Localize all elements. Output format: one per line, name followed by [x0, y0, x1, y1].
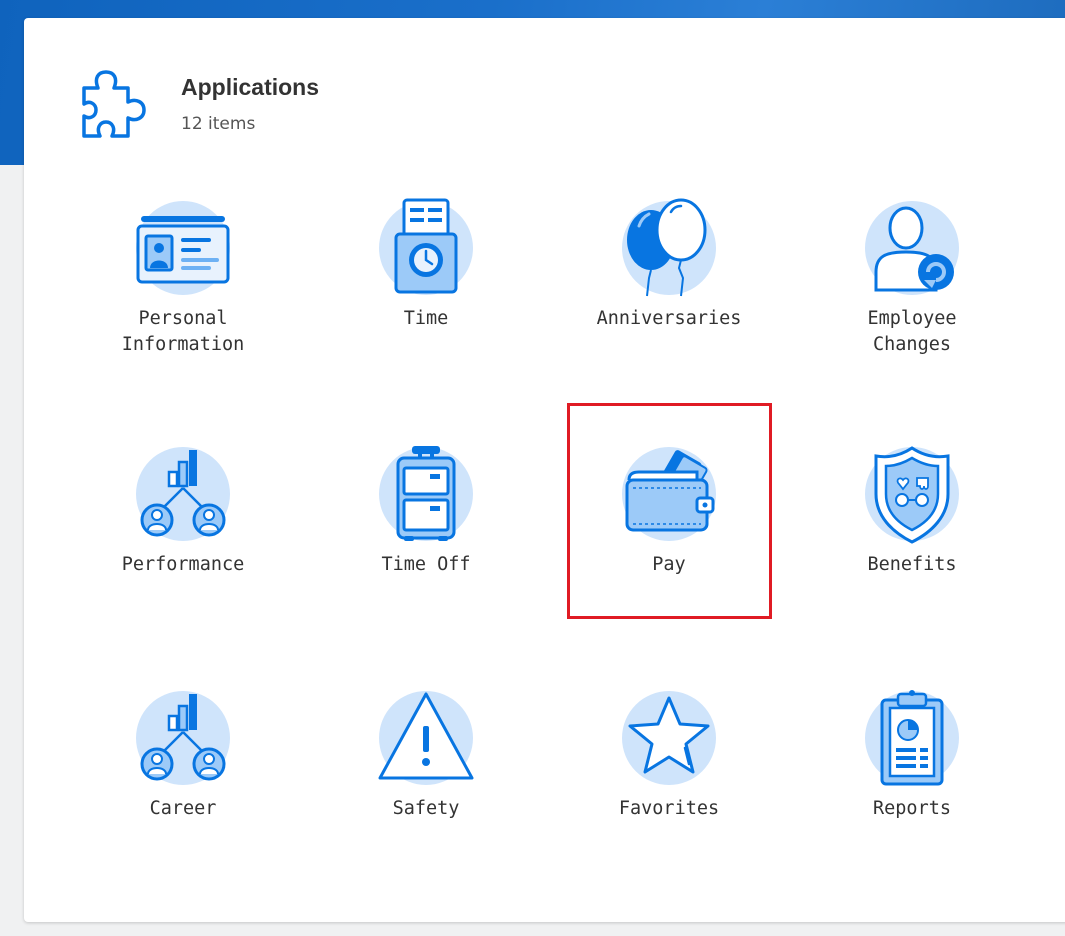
- app-tile-reports[interactable]: Reports: [807, 666, 1017, 896]
- employee-change-icon: [862, 198, 962, 298]
- app-label: Time Off: [381, 554, 471, 575]
- time-clock-icon: [376, 198, 476, 298]
- applications-card: Applications 12 items Personal Informati…: [24, 18, 1065, 922]
- app-tile-performance[interactable]: Performance: [78, 422, 288, 652]
- app-tile-career[interactable]: Career: [78, 666, 288, 896]
- balloons-icon: [619, 198, 719, 298]
- app-label: Employee Changes: [867, 308, 957, 355]
- app-label: Benefits: [867, 554, 957, 575]
- app-label: Performance: [121, 554, 245, 575]
- app-label: Time: [403, 308, 449, 329]
- warning-triangle-icon: [376, 688, 476, 788]
- app-label: Safety: [392, 798, 460, 819]
- app-tile-personal-information[interactable]: Personal Information: [78, 176, 288, 406]
- id-card-icon: [133, 198, 233, 298]
- performance-chart-icon: [133, 444, 233, 544]
- puzzle-piece-icon: [76, 66, 146, 142]
- career-chart-icon: [133, 688, 233, 788]
- selection-highlight: [567, 403, 772, 619]
- app-label: Career: [149, 798, 217, 819]
- app-tile-safety[interactable]: Safety: [321, 666, 531, 896]
- app-label: Anniversaries: [596, 308, 742, 329]
- app-label: Favorites: [618, 798, 720, 819]
- clipboard-report-icon: [862, 688, 962, 788]
- app-label: Personal Information: [121, 308, 245, 355]
- app-tile-time-off[interactable]: Time Off: [321, 422, 531, 652]
- item-count: 12 items: [181, 114, 256, 134]
- app-tile-benefits[interactable]: Benefits: [807, 422, 1017, 652]
- app-tile-employee-changes[interactable]: Employee Changes: [807, 176, 1017, 406]
- benefits-shield-icon: [862, 444, 962, 544]
- page-title: Applications: [181, 74, 320, 100]
- app-label: Reports: [873, 798, 951, 819]
- suitcase-icon: [376, 444, 476, 544]
- star-icon: [619, 688, 719, 788]
- app-tile-favorites[interactable]: Favorites: [564, 666, 774, 896]
- app-tile-anniversaries[interactable]: Anniversaries: [564, 176, 774, 406]
- app-tile-time[interactable]: Time: [321, 176, 531, 406]
